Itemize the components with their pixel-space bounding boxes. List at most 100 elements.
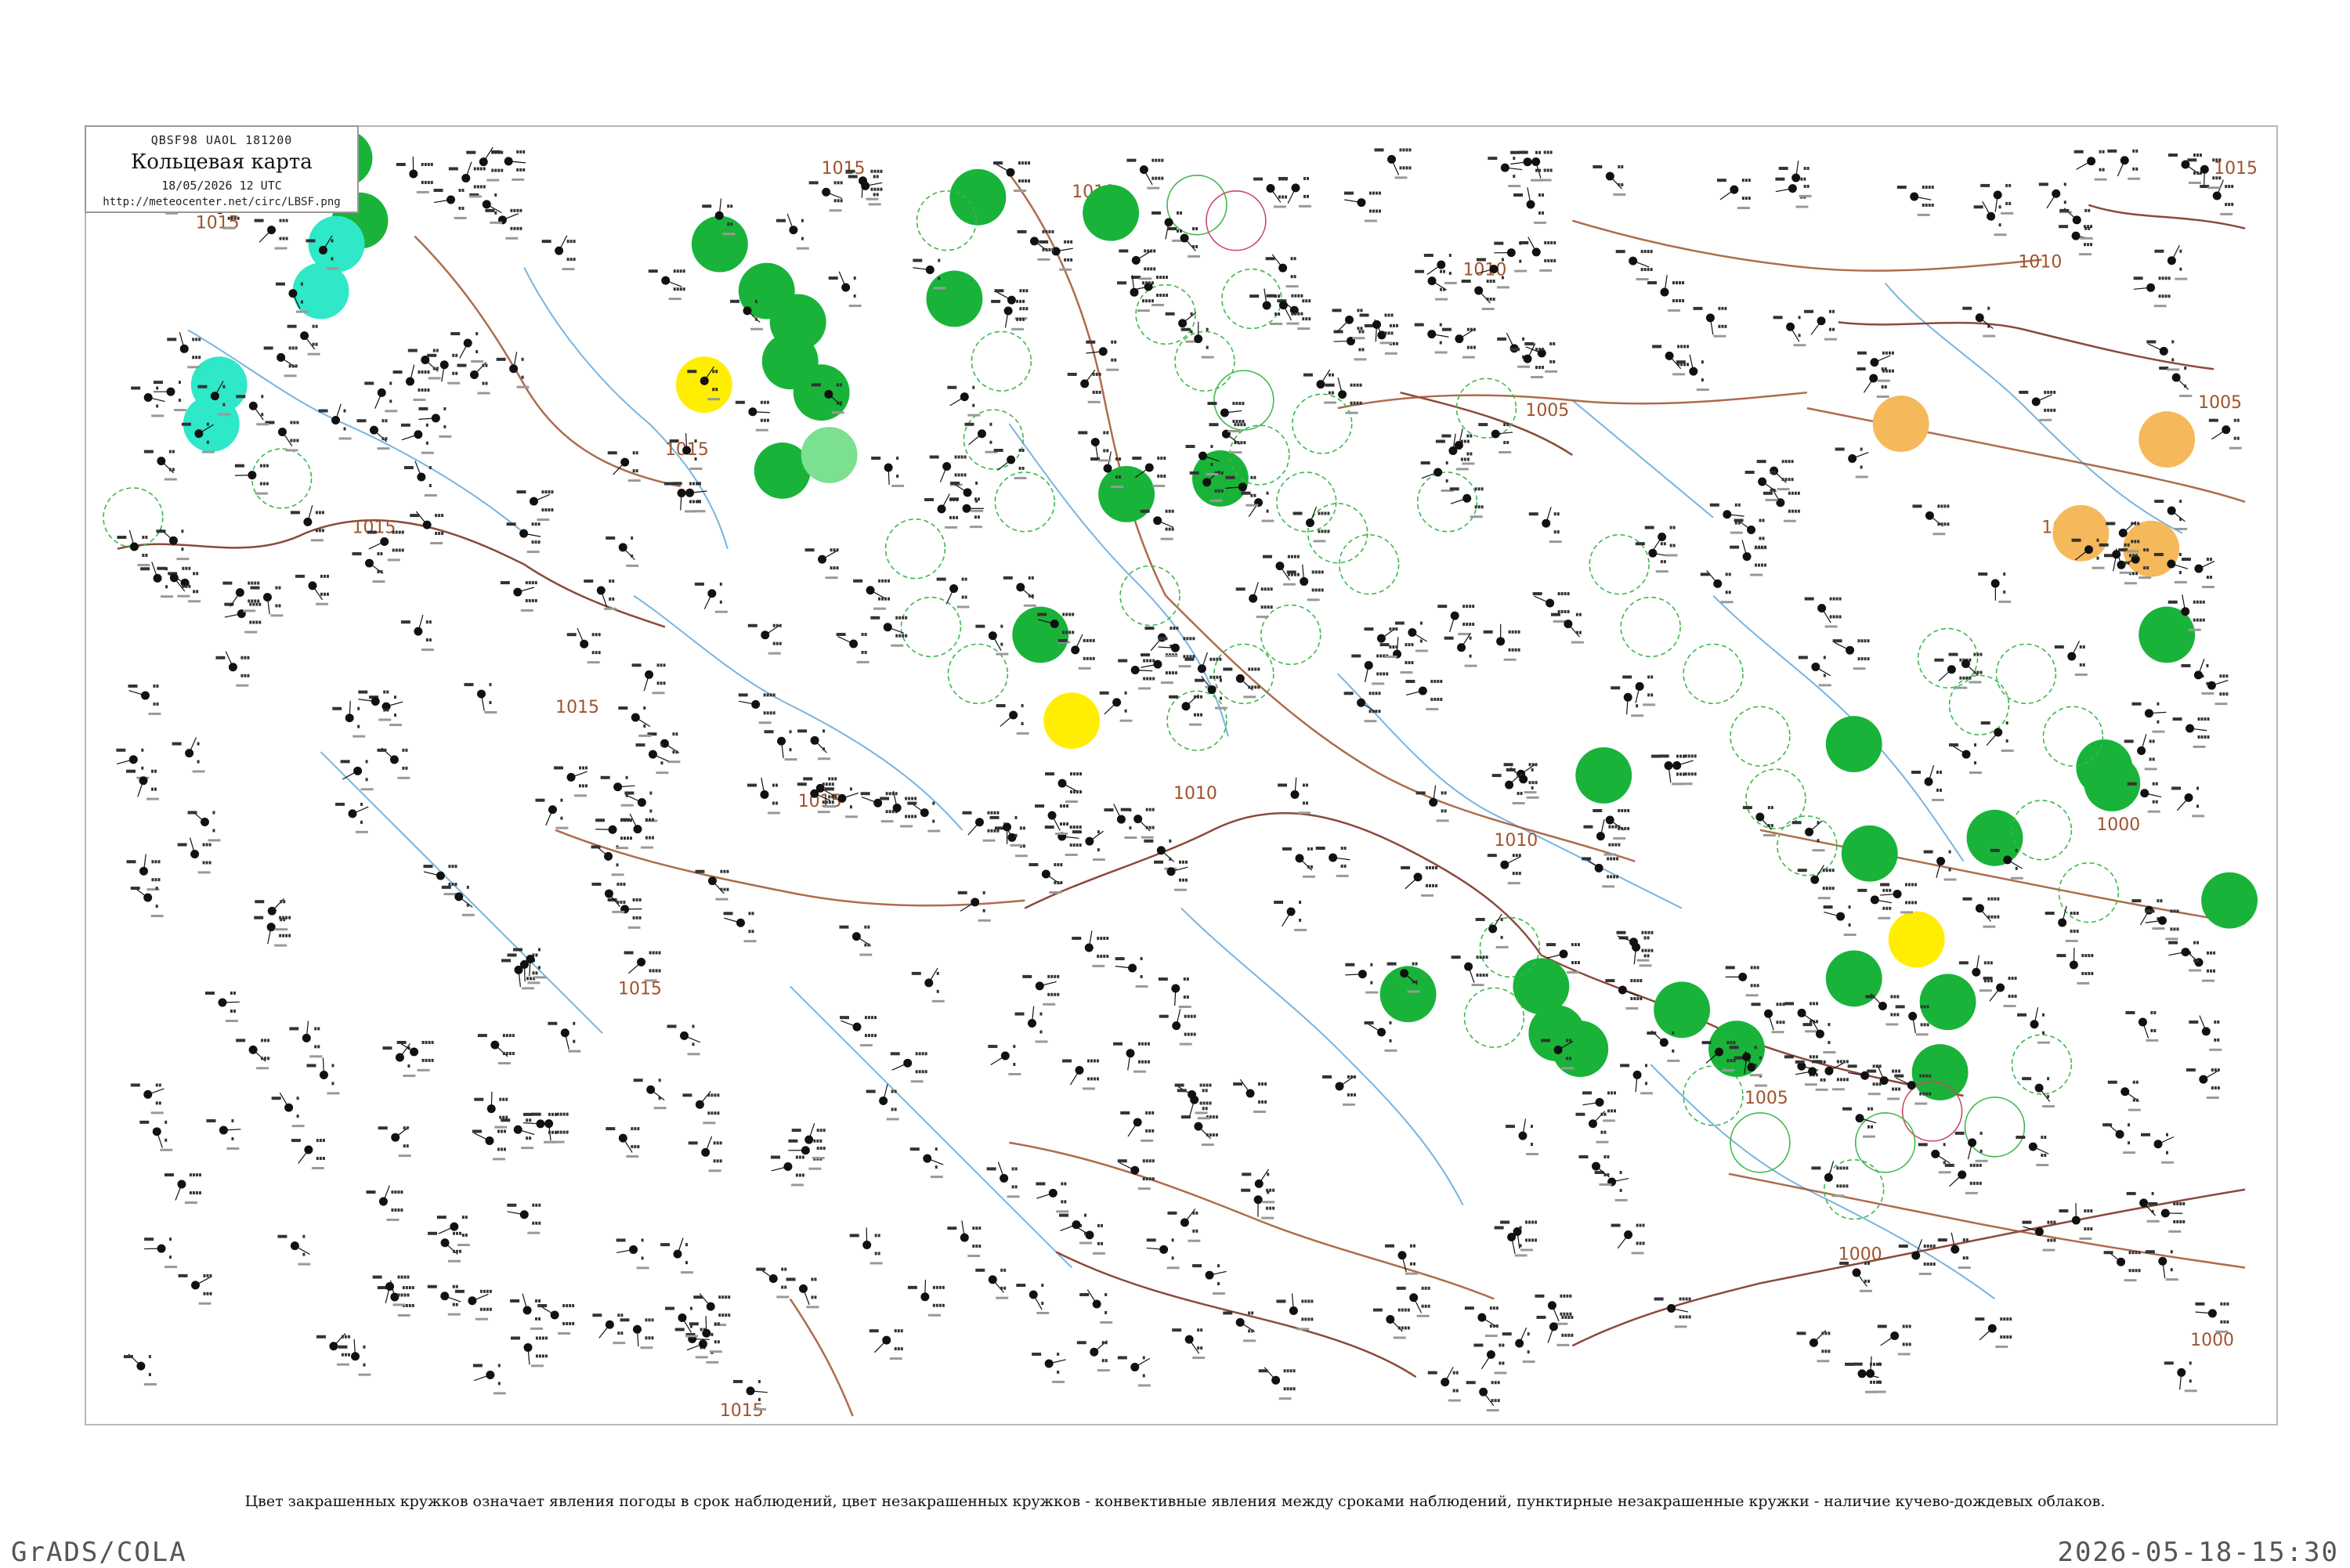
- station-digit: [1757, 460, 1766, 463]
- station-digit: [404, 1294, 407, 1297]
- station-digit: [1561, 1316, 1564, 1319]
- station-digit: [812, 383, 821, 386]
- station-digit: [916, 1052, 918, 1055]
- station-digit: [203, 861, 205, 864]
- station-digit: [1332, 309, 1342, 312]
- station-digit: [482, 382, 484, 385]
- station-digit: [832, 782, 834, 786]
- station-digit: [1141, 975, 1143, 978]
- station-digit: [542, 240, 551, 243]
- station-digit: [397, 1209, 400, 1212]
- station-digit: [994, 449, 1003, 452]
- station-digit: [1057, 881, 1059, 884]
- station-digit: [1466, 623, 1468, 626]
- station-digit: [1332, 374, 1334, 377]
- station-digit: [1192, 1264, 1202, 1267]
- station-digit: [861, 792, 870, 795]
- wind-barb: [2204, 169, 2205, 186]
- station-digit: [1360, 402, 1362, 405]
- station-digit: [203, 1292, 205, 1295]
- station-digit: [1219, 658, 1221, 661]
- station-marker: [1339, 391, 1347, 399]
- station-index: [352, 735, 365, 738]
- station-index: [812, 1157, 825, 1159]
- station-digit: [2173, 909, 2175, 912]
- station-digit: [1943, 522, 1946, 526]
- station-digit: [2168, 601, 2178, 604]
- station-index: [177, 595, 190, 598]
- station-digit: [2080, 663, 2082, 667]
- station-digit: [720, 888, 722, 891]
- station-digit: [2189, 1379, 2192, 1382]
- station-digit: [953, 498, 955, 501]
- station-digit: [1833, 598, 1835, 601]
- station-digit: [185, 567, 187, 570]
- station-digit: [1538, 366, 1541, 369]
- station-digit: [422, 1059, 425, 1062]
- station-marker: [645, 670, 653, 678]
- station-index: [471, 360, 483, 363]
- station-digit: [366, 760, 368, 763]
- station-digit: [1195, 679, 1204, 682]
- station-digit: [1416, 791, 1426, 794]
- station-digit: [2124, 562, 2127, 565]
- station-digit: [659, 1078, 661, 1082]
- station-digit: [633, 916, 635, 919]
- station-digit: [2219, 692, 2222, 695]
- station-marker: [468, 1297, 476, 1305]
- station-digit: [1578, 961, 1580, 964]
- station-index: [1098, 459, 1111, 461]
- station-digit: [1959, 677, 1961, 680]
- station-digit: [145, 554, 147, 557]
- station-digit: [905, 616, 907, 620]
- station-digit: [1486, 974, 1488, 977]
- station-digit: [1984, 961, 1987, 964]
- station-digit: [506, 1052, 508, 1055]
- station-digit: [1090, 657, 1092, 660]
- station-digit: [156, 703, 158, 706]
- station-digit: [1143, 659, 1145, 663]
- station-digit: [1893, 1013, 1896, 1016]
- station-digit: [2170, 909, 2172, 912]
- station-digit: [222, 581, 232, 584]
- station-digit: [1022, 300, 1025, 303]
- station-digit: [1143, 1357, 1145, 1360]
- station-index: [1017, 732, 1029, 735]
- station-digit: [2218, 1068, 2220, 1071]
- station-digit: [1567, 1334, 1570, 1337]
- station-digit: [203, 1274, 205, 1277]
- isobar-labels: 1015 1015 1015 1015 1015 1015 1015 1010 …: [196, 159, 2258, 1421]
- station-digit: [2104, 1251, 2113, 1254]
- source-url[interactable]: http://meteocenter.net/circ/LBSF.png: [86, 196, 357, 208]
- station-index: [808, 1168, 821, 1170]
- station-index: [1832, 1088, 1845, 1090]
- station-index: [236, 685, 248, 687]
- station-digit: [814, 1277, 816, 1281]
- station-index: [218, 414, 230, 416]
- station-digit: [431, 181, 433, 184]
- station-digit: [1650, 931, 1653, 934]
- station-index: [1165, 655, 1177, 657]
- station-digit: [345, 1335, 347, 1339]
- station-digit: [255, 603, 258, 606]
- station-digit: [292, 346, 295, 349]
- station-digit: [1641, 250, 1643, 253]
- station-digit: [2099, 168, 2102, 172]
- station-digit: [2056, 954, 2066, 957]
- station-digit: [693, 1295, 703, 1299]
- station-digit: [1652, 345, 1661, 348]
- station-digit: [908, 815, 910, 818]
- station-digit: [914, 815, 916, 818]
- station-digit: [871, 1016, 873, 1019]
- station-digit: [1472, 605, 1474, 608]
- station-index: [2128, 178, 2140, 180]
- station-digit: [689, 482, 692, 486]
- station-digit: [2134, 276, 2143, 280]
- station-digit: [1721, 307, 1723, 310]
- station-index: [298, 1263, 310, 1266]
- station-index: [187, 366, 200, 368]
- bulletin-codes: QBSF98 UAOL 181200: [86, 133, 357, 147]
- station-digit: [1624, 809, 1626, 812]
- station-digit: [1393, 342, 1395, 345]
- station-digit: [1300, 313, 1303, 316]
